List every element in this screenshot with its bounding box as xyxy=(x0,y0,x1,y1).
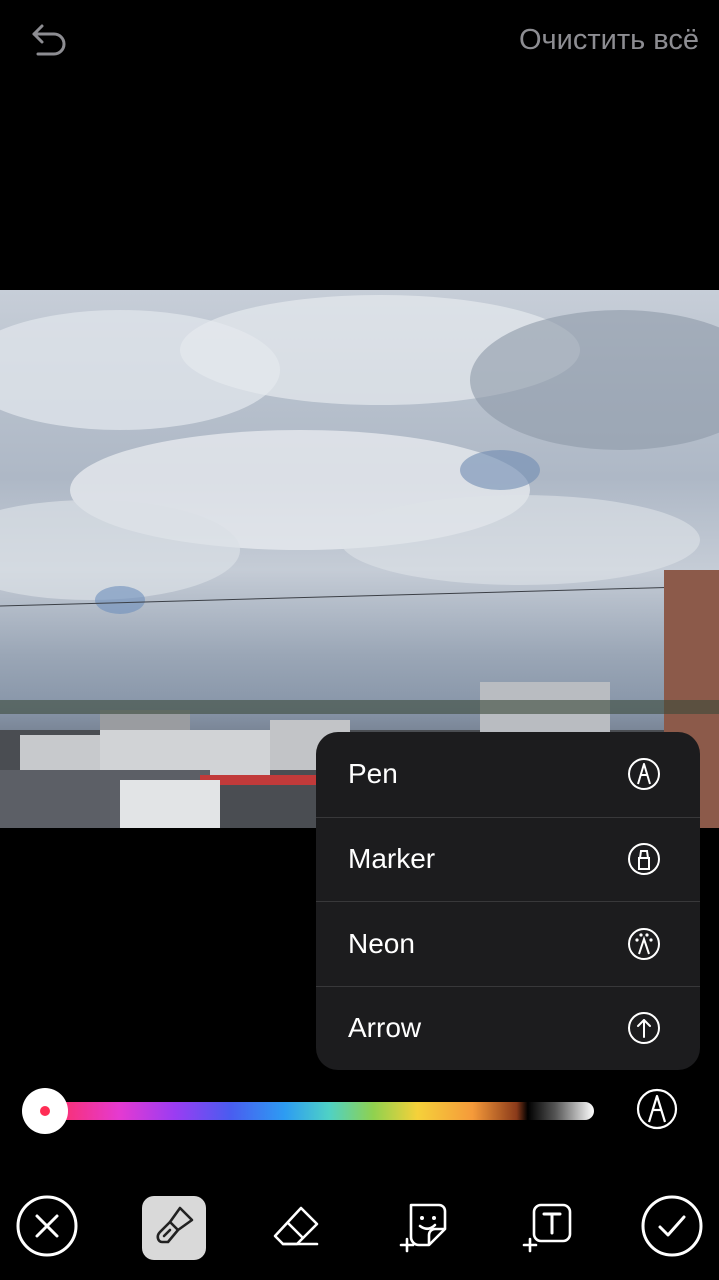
sticker-icon xyxy=(397,1199,451,1258)
arrow-up-icon xyxy=(626,1010,662,1046)
undo-button[interactable] xyxy=(26,20,72,64)
close-button[interactable] xyxy=(15,1195,79,1262)
brush-option-label: Neon xyxy=(348,927,415,959)
pen-icon xyxy=(636,1088,678,1135)
color-gradient-track[interactable] xyxy=(42,1102,594,1120)
brush-option-arrow[interactable]: Arrow xyxy=(316,985,700,1071)
text-button[interactable] xyxy=(515,1196,579,1260)
brush-option-marker[interactable]: Marker xyxy=(316,816,700,902)
draw-tool-button[interactable] xyxy=(142,1196,206,1260)
brush-type-button[interactable] xyxy=(635,1088,679,1135)
eraser-icon xyxy=(271,1204,321,1253)
brush-option-neon[interactable]: Neon xyxy=(316,901,700,986)
top-bar: Очистить всё xyxy=(0,0,719,85)
brush-icon xyxy=(152,1204,196,1253)
brush-menu: Pen Marker Neon Arrow xyxy=(316,732,700,1070)
text-icon xyxy=(520,1199,574,1258)
selected-color-dot xyxy=(40,1106,50,1116)
clear-all-button[interactable]: Очистить всё xyxy=(519,24,699,57)
brush-option-label: Marker xyxy=(348,843,436,875)
undo-arrow-icon xyxy=(30,23,68,62)
eraser-button[interactable] xyxy=(264,1196,328,1260)
bottom-toolbar xyxy=(0,1195,719,1270)
brush-option-pen[interactable]: Pen xyxy=(316,732,700,817)
sticker-button[interactable] xyxy=(392,1196,456,1260)
brush-option-label: Pen xyxy=(348,758,398,790)
checkmark-icon xyxy=(641,1195,703,1262)
marker-icon xyxy=(626,841,662,877)
done-button[interactable] xyxy=(640,1195,704,1262)
brush-option-label: Arrow xyxy=(348,1012,422,1044)
neon-icon xyxy=(626,926,662,962)
close-icon xyxy=(16,1195,78,1262)
color-slider[interactable] xyxy=(22,1088,594,1134)
color-slider-thumb[interactable] xyxy=(22,1088,68,1134)
pen-icon xyxy=(626,756,662,792)
